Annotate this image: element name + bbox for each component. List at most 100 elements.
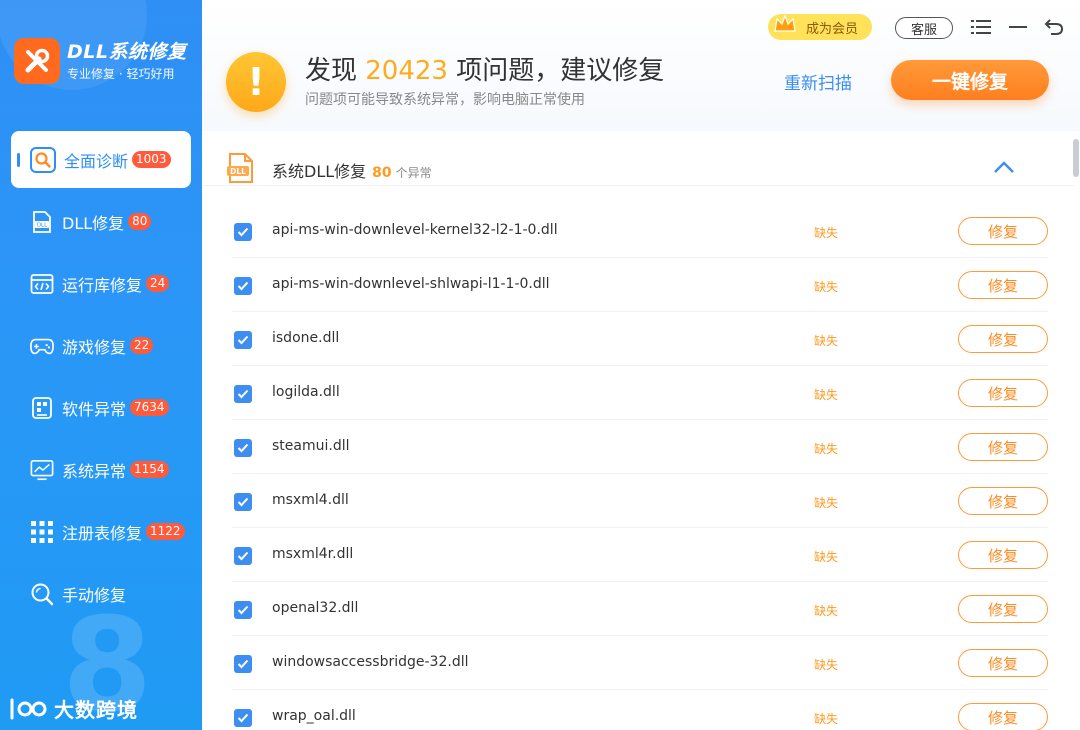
fix-button[interactable]: 修复 (958, 271, 1048, 299)
sidebar-nav: 全面诊断 1003 DLL DLL修复 80 运行库修复 24 游戏修复 22 (0, 131, 202, 627)
dll-name: msxml4.dll (272, 492, 349, 508)
status-text: 缺失 (814, 550, 839, 564)
dll-file-icon: DLL (30, 210, 54, 234)
status-text: 缺失 (814, 496, 839, 510)
row-checkbox[interactable] (234, 655, 252, 673)
issue-description: 问题项可能导致系统异常，影响电脑正常使用 (305, 92, 585, 108)
dll-name: isdone.dll (272, 330, 340, 346)
status-text: 缺失 (814, 604, 839, 618)
row-checkbox[interactable] (234, 493, 252, 511)
warning-icon: ! (226, 52, 286, 112)
status-text: 缺失 (814, 280, 839, 294)
table-row: msxml4.dll 缺失 修复 (232, 474, 1048, 528)
row-checkbox[interactable] (234, 385, 252, 403)
magnifier-icon (30, 582, 54, 606)
watermark-text: 大数跨境 (54, 698, 138, 722)
sidebar-item-label: 运行库修复 (62, 275, 143, 295)
section-title: 系统DLL修复 80 个异常 (272, 158, 432, 182)
fix-button[interactable]: 修复 (958, 541, 1048, 569)
sidebar-item-full-diagnosis[interactable]: 全面诊断 1003 (11, 131, 191, 188)
checkmark-icon (237, 281, 249, 291)
table-row: isdone.dll 缺失 修复 (232, 312, 1048, 366)
status-text: 缺失 (814, 388, 839, 402)
fix-button[interactable]: 修复 (958, 595, 1048, 623)
count-badge: 1122 (146, 523, 185, 540)
row-checkbox[interactable] (234, 439, 252, 457)
table-row: steamui.dll 缺失 修复 (232, 420, 1048, 474)
fix-all-button[interactable]: 一键修复 (891, 60, 1049, 100)
row-checkbox[interactable] (234, 277, 252, 295)
sidebar-item-dll-repair[interactable]: DLL DLL修复 80 (0, 193, 202, 250)
app-title: DLL系统修复 (67, 41, 187, 63)
app-subtitle: 专业修复 · 轻巧好用 (67, 67, 175, 81)
section-header[interactable]: DLL 系统DLL修复 80 个异常 (202, 131, 1079, 186)
row-checkbox[interactable] (234, 223, 252, 241)
sidebar-item-game-repair[interactable]: 游戏修复 22 (0, 317, 202, 374)
menu-list-icon[interactable] (970, 17, 992, 37)
fix-button[interactable]: 修复 (958, 217, 1048, 245)
sidebar-item-label: 游戏修复 (62, 337, 127, 357)
checkmark-icon (237, 227, 249, 237)
back-icon[interactable] (1043, 17, 1065, 37)
sidebar-item-runtime-repair[interactable]: 运行库修复 24 (0, 255, 202, 312)
row-checkbox[interactable] (234, 601, 252, 619)
sidebar-item-label: 软件异常 (62, 399, 127, 419)
rescan-link[interactable]: 重新扫描 (784, 69, 852, 94)
checkmark-icon (237, 605, 249, 615)
count-badge: 1003 (132, 151, 171, 168)
fix-button[interactable]: 修复 (958, 433, 1048, 461)
fix-button[interactable]: 修复 (958, 379, 1048, 407)
table-row: logilda.dll 缺失 修复 (232, 366, 1048, 420)
section-unit: 个异常 (395, 166, 432, 180)
count-badge: 7634 (130, 399, 169, 416)
section-count: 80 (372, 165, 392, 181)
status-text: 缺失 (814, 658, 839, 672)
row-checkbox[interactable] (234, 547, 252, 565)
svg-text:DLL: DLL (230, 167, 246, 176)
gamepad-icon (30, 334, 54, 358)
table-row: api-ms-win-downlevel-shlwapi-l1-1-0.dll … (232, 258, 1048, 312)
scrollbar-thumb[interactable] (1073, 139, 1079, 177)
sidebar-item-software-issues[interactable]: 软件异常 7634 (0, 379, 202, 436)
grid-icon (30, 520, 54, 544)
table-row: api-ms-win-downlevel-kernel32-l2-1-0.dll… (232, 204, 1048, 258)
fix-button[interactable]: 修复 (958, 325, 1048, 353)
fix-button[interactable]: 修复 (958, 649, 1048, 677)
issue-headline: 发现 20423 项问题，建议修复 (305, 50, 664, 87)
count-badge: 22 (130, 337, 154, 354)
fix-button[interactable]: 修复 (958, 703, 1048, 730)
checkmark-icon (237, 497, 249, 507)
dll-name: api-ms-win-downlevel-kernel32-l2-1-0.dll (272, 222, 558, 238)
sidebar-item-label: 全面诊断 (64, 151, 129, 171)
sidebar-item-label: 注册表修复 (62, 523, 143, 543)
minimize-icon[interactable] (1007, 17, 1029, 37)
table-row: windowsaccessbridge-32.dll 缺失 修复 (232, 636, 1048, 690)
row-checkbox[interactable] (234, 331, 252, 349)
customer-service-button[interactable]: 客服 (895, 17, 953, 39)
sidebar-item-registry-repair[interactable]: 注册表修复 1122 (0, 503, 202, 560)
headline-suffix: 项问题，建议修复 (447, 56, 665, 86)
dll-issue-list: api-ms-win-downlevel-kernel32-l2-1-0.dll… (232, 204, 1048, 730)
watermark-logo-icon (10, 698, 47, 719)
software-icon (30, 396, 54, 420)
checkmark-icon (237, 713, 249, 723)
watermark: 大数跨境 (8, 694, 138, 723)
fix-button[interactable]: 修复 (958, 487, 1048, 515)
section-title-text: 系统DLL修复 (272, 162, 367, 181)
count-badge: 80 (128, 213, 152, 230)
status-text: 缺失 (814, 226, 839, 240)
table-row: msxml4r.dll 缺失 修复 (232, 528, 1048, 582)
dll-name: logilda.dll (272, 384, 340, 400)
dll-name: api-ms-win-downlevel-shlwapi-l1-1-0.dll (272, 276, 550, 292)
dll-name: openal32.dll (272, 600, 359, 616)
sidebar: DLL系统修复 专业修复 · 轻巧好用 全面诊断 1003 DLL DLL修复 … (0, 0, 202, 730)
code-window-icon (30, 272, 54, 296)
header: 成为会员 客服 ! 发现 20423 项问题，建议修复 问题项可能导致系统异常，… (202, 0, 1080, 131)
wrench-logo-icon (14, 38, 60, 84)
headline-prefix: 发现 (305, 56, 366, 86)
sidebar-item-system-issues[interactable]: 系统异常 1154 (0, 441, 202, 498)
become-member-button[interactable]: 成为会员 (768, 14, 872, 40)
table-row: openal32.dll 缺失 修复 (232, 582, 1048, 636)
row-checkbox[interactable] (234, 709, 252, 727)
chevron-up-icon[interactable] (992, 159, 1016, 175)
